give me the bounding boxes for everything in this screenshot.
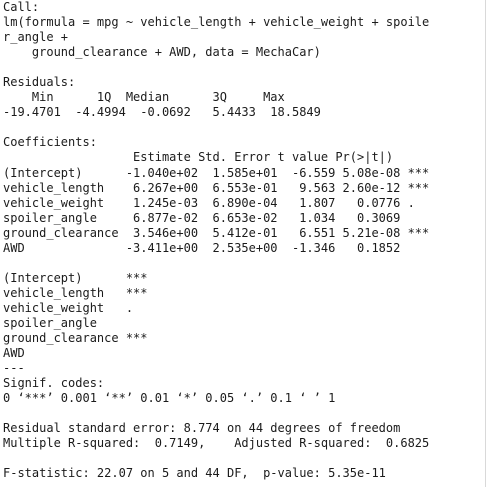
f-statistic-line: F-statistic: 22.07 on 5 and 44 DF, p-val… bbox=[3, 466, 386, 481]
significance-row-vehicle-length: vehicle_length *** bbox=[3, 285, 148, 300]
r-console-output: Call: lm(formula = mpg ~ vehicle_length … bbox=[3, 0, 483, 482]
call-formula-line-2: r_angle + bbox=[3, 30, 76, 45]
residuals-header: Residuals: bbox=[3, 75, 76, 90]
coefficients-header: Coefficients: bbox=[3, 135, 97, 150]
coefficients-column-headers: Estimate Std. Error t value Pr(>|t|) bbox=[3, 150, 423, 165]
coefficient-row-spoiler-angle: spoiler_angle 6.877e-02 6.653e-02 1.034 … bbox=[3, 210, 430, 225]
call-formula-line-3: ground_clearance + AWD, data = MechaCar) bbox=[3, 45, 321, 60]
call-header: Call: bbox=[3, 0, 40, 14]
significance-row-spoiler-angle: spoiler_angle bbox=[3, 315, 148, 330]
significance-row-intercept: (Intercept) *** bbox=[3, 270, 148, 285]
coefficient-row-awd: AWD -3.411e+00 2.535e+00 -1.346 0.1852 bbox=[3, 240, 430, 255]
coefficient-row-vehicle-length: vehicle_length 6.267e+00 6.553e-01 9.563… bbox=[3, 180, 430, 195]
signif-codes-legend: 0 ‘***’ 0.001 ‘**’ 0.01 ‘*’ 0.05 ‘.’ 0.1… bbox=[3, 391, 336, 406]
residuals-quantile-labels: Min 1Q Median 3Q Max bbox=[3, 90, 292, 105]
significance-row-awd: AWD bbox=[3, 346, 148, 361]
residual-standard-error: Residual standard error: 8.774 on 44 deg… bbox=[3, 421, 401, 436]
call-formula-line-1: lm(formula = mpg ~ vehicle_length + vehi… bbox=[3, 15, 430, 30]
residuals-quantile-values: -19.4701 -4.4994 -0.0692 5.4433 18.5849 bbox=[3, 105, 329, 120]
significance-row-vehicle-weight: vehicle_weight . bbox=[3, 300, 148, 315]
coefficient-row-ground-clearance: ground_clearance 3.546e+00 5.412e-01 6.5… bbox=[3, 225, 430, 240]
coefficient-row-intercept: (Intercept) -1.040e+02 1.585e+01 -6.559 … bbox=[3, 165, 430, 180]
coefficient-row-vehicle-weight: vehicle_weight 1.245e-03 6.890e-04 1.807… bbox=[3, 195, 430, 210]
significance-row-ground-clearance: ground_clearance *** bbox=[3, 331, 148, 346]
signif-codes-header: Signif. codes: bbox=[3, 376, 119, 391]
r-squared-line: Multiple R-squared: 0.7149, Adjusted R-s… bbox=[3, 436, 437, 451]
coefficients-separator: --- bbox=[3, 361, 25, 376]
